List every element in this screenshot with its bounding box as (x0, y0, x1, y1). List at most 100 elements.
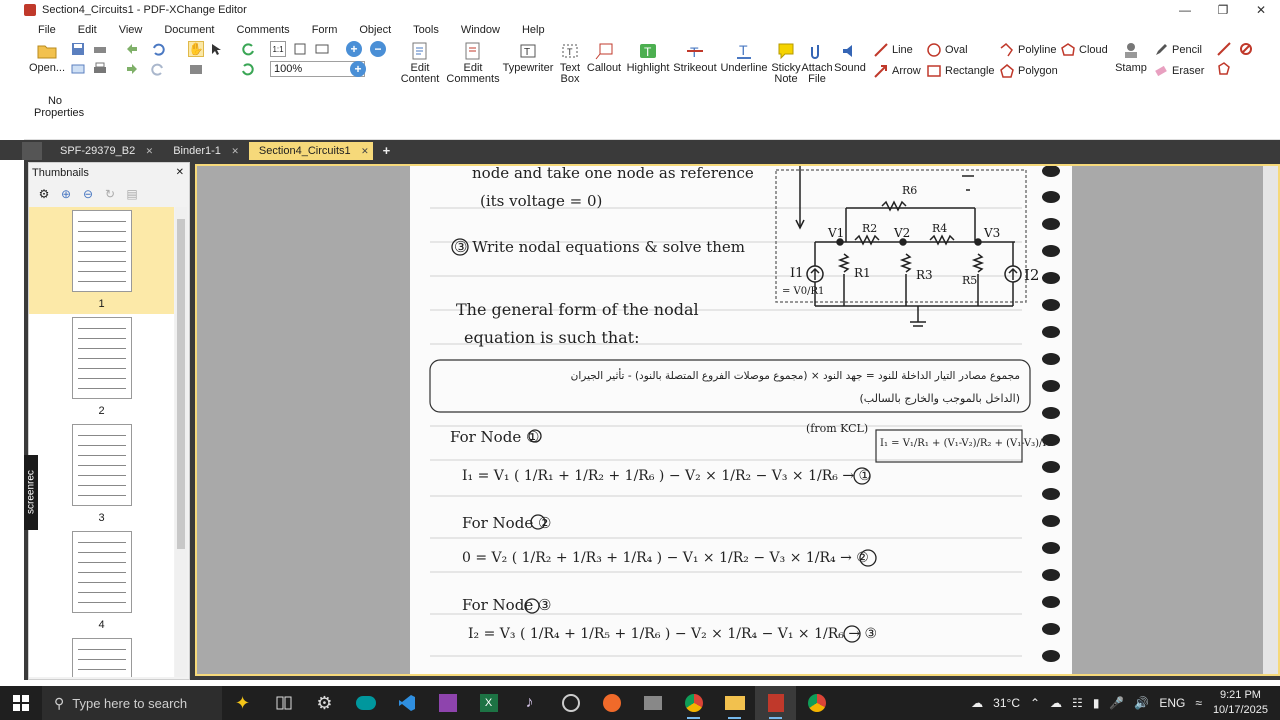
save-icon[interactable] (70, 41, 86, 57)
menu-window[interactable]: Window (447, 24, 508, 36)
arrow-button[interactable]: Arrow (874, 64, 921, 78)
firefox-icon[interactable] (591, 686, 632, 720)
document-scrollbar[interactable] (1263, 166, 1278, 674)
fit-page-icon[interactable] (292, 41, 308, 57)
rotate-cw-icon[interactable] (240, 41, 256, 57)
close-tab-icon[interactable]: ✕ (146, 142, 154, 160)
recorder-icon[interactable] (550, 686, 591, 720)
file-explorer-icon[interactable] (714, 686, 755, 720)
copilot-icon[interactable]: ✦ (222, 686, 263, 720)
sticky-note-button[interactable]: Sticky Note (771, 39, 801, 85)
close-tab-icon[interactable]: ✕ (361, 142, 369, 160)
line-button[interactable]: Line (874, 43, 913, 57)
menu-help[interactable]: Help (508, 24, 553, 36)
callout-button[interactable]: Callout (586, 39, 622, 74)
menu-object[interactable]: Object (345, 24, 399, 36)
menu-comments[interactable]: Comments (223, 24, 298, 36)
close-tab-icon[interactable]: ✕ (231, 142, 239, 160)
close-panel-icon[interactable]: ✕ (176, 163, 184, 183)
pdf-xchange-taskbar-icon[interactable] (755, 686, 796, 720)
menu-tools[interactable]: Tools (399, 24, 447, 36)
underline-button[interactable]: T Underline (720, 39, 768, 74)
tab-section4-circuits1[interactable]: Section4_Circuits1 ✕ (248, 142, 373, 160)
thumbnail-page-3[interactable]: 3 (29, 421, 174, 528)
thumbnail-scrollbar[interactable] (175, 207, 187, 677)
measure-area-icon[interactable] (1238, 41, 1254, 57)
home-tab[interactable] (22, 142, 42, 160)
stamp-button[interactable]: Stamp (1114, 39, 1148, 74)
menu-form[interactable]: Form (298, 24, 346, 36)
screenrec-widget[interactable]: screenrec (24, 455, 38, 530)
typewriter-button[interactable]: T Typewriter (502, 39, 554, 74)
snapshot-icon[interactable] (188, 61, 204, 77)
edit-content-button[interactable]: Edit Content (398, 39, 442, 85)
rectangle-button[interactable]: Rectangle (927, 64, 995, 78)
actual-size-icon[interactable]: 1:1 (270, 41, 286, 57)
pencil-button[interactable]: Pencil (1154, 43, 1202, 57)
menu-document[interactable]: Document (150, 24, 222, 36)
visual-studio-icon[interactable] (427, 686, 468, 720)
thumbnail-page-4[interactable]: 4 (29, 528, 174, 635)
zoom-in-icon[interactable]: + (346, 41, 362, 57)
zoom-out-icon[interactable]: − (370, 41, 386, 57)
measure-perimeter-icon[interactable] (1216, 61, 1232, 77)
polygon-button[interactable]: Polygon (1000, 64, 1058, 78)
email-icon[interactable] (70, 61, 86, 77)
page-options-icon[interactable]: ▤ (123, 185, 141, 203)
close-button[interactable]: ✕ (1242, 0, 1280, 20)
settings-icon[interactable]: ⚙ (304, 686, 345, 720)
chrome-alt-icon[interactable] (796, 686, 837, 720)
clock[interactable]: 9:21 PM 10/17/2025 (1213, 688, 1268, 718)
document-view[interactable]: node and take one node as reference (its… (195, 164, 1280, 676)
edit-comments-button[interactable]: Edit Comments (446, 39, 500, 85)
mic-icon[interactable]: 🎤 (1109, 696, 1124, 710)
menu-edit[interactable]: Edit (64, 24, 105, 36)
thumbnail-page-1[interactable]: 1 (29, 207, 174, 314)
back-icon[interactable] (124, 41, 140, 57)
highlight-button[interactable]: T Highlight (626, 39, 670, 74)
vscode-icon[interactable] (386, 686, 427, 720)
chevron-up-icon[interactable]: ⌃ (1030, 696, 1040, 710)
zoom-add-icon[interactable]: + (350, 61, 366, 77)
zoom-out-thumb-icon[interactable]: ⊖ (79, 185, 97, 203)
zoom-in-thumb-icon[interactable]: ⊕ (57, 185, 75, 203)
polyline-button[interactable]: Polyline (1000, 43, 1057, 57)
excel-icon[interactable]: X (468, 686, 509, 720)
chrome-icon[interactable] (673, 686, 714, 720)
minimize-button[interactable]: — (1166, 0, 1204, 20)
gear-icon[interactable]: ⚙ (35, 185, 53, 203)
cloud-button[interactable]: Cloud (1061, 43, 1108, 57)
measure-distance-icon[interactable] (1216, 41, 1232, 57)
scan-icon[interactable] (92, 41, 108, 57)
rotate-ccw-icon[interactable] (240, 61, 256, 77)
tab-spf-29379-b2[interactable]: SPF-29379_B2 ✕ (50, 142, 157, 160)
undo-icon[interactable] (150, 41, 166, 57)
windows-start-icon[interactable] (0, 686, 42, 720)
battery-icon[interactable]: ▮ (1093, 696, 1100, 710)
sound-button[interactable]: Sound (834, 39, 866, 74)
volume-icon[interactable]: 🔊 (1134, 696, 1149, 710)
weather-temp[interactable]: 31°C (993, 696, 1020, 710)
text-box-button[interactable]: T Text Box (556, 39, 584, 85)
select-text-icon[interactable] (208, 41, 224, 57)
attach-file-button[interactable]: Attach File (801, 39, 833, 85)
task-view-icon[interactable] (263, 686, 304, 720)
menu-file[interactable]: File (24, 24, 64, 36)
strikeout-button[interactable]: T Strikeout (672, 39, 718, 74)
print-icon[interactable] (92, 61, 108, 77)
network-icon[interactable]: ☷ (1072, 696, 1083, 710)
scrollbar-thumb[interactable] (177, 219, 185, 549)
onedrive-icon[interactable]: ☁ (1050, 696, 1062, 710)
wifi-icon[interactable]: ≈ (1195, 696, 1202, 710)
thumbnail-page-2[interactable]: 2 (29, 314, 174, 421)
eraser-button[interactable]: Eraser (1154, 64, 1204, 78)
explorer-alt-icon[interactable] (632, 686, 673, 720)
oval-button[interactable]: Oval (927, 43, 968, 57)
new-tab-icon[interactable]: + (379, 142, 395, 160)
tab-binder1-1[interactable]: Binder1-1 ✕ (163, 142, 243, 160)
restore-button[interactable]: ❐ (1204, 0, 1242, 20)
forward-icon[interactable] (124, 61, 140, 77)
language-indicator[interactable]: ENG (1159, 696, 1185, 710)
open-button[interactable]: Open... (29, 39, 65, 74)
fit-width-icon[interactable] (314, 41, 330, 57)
